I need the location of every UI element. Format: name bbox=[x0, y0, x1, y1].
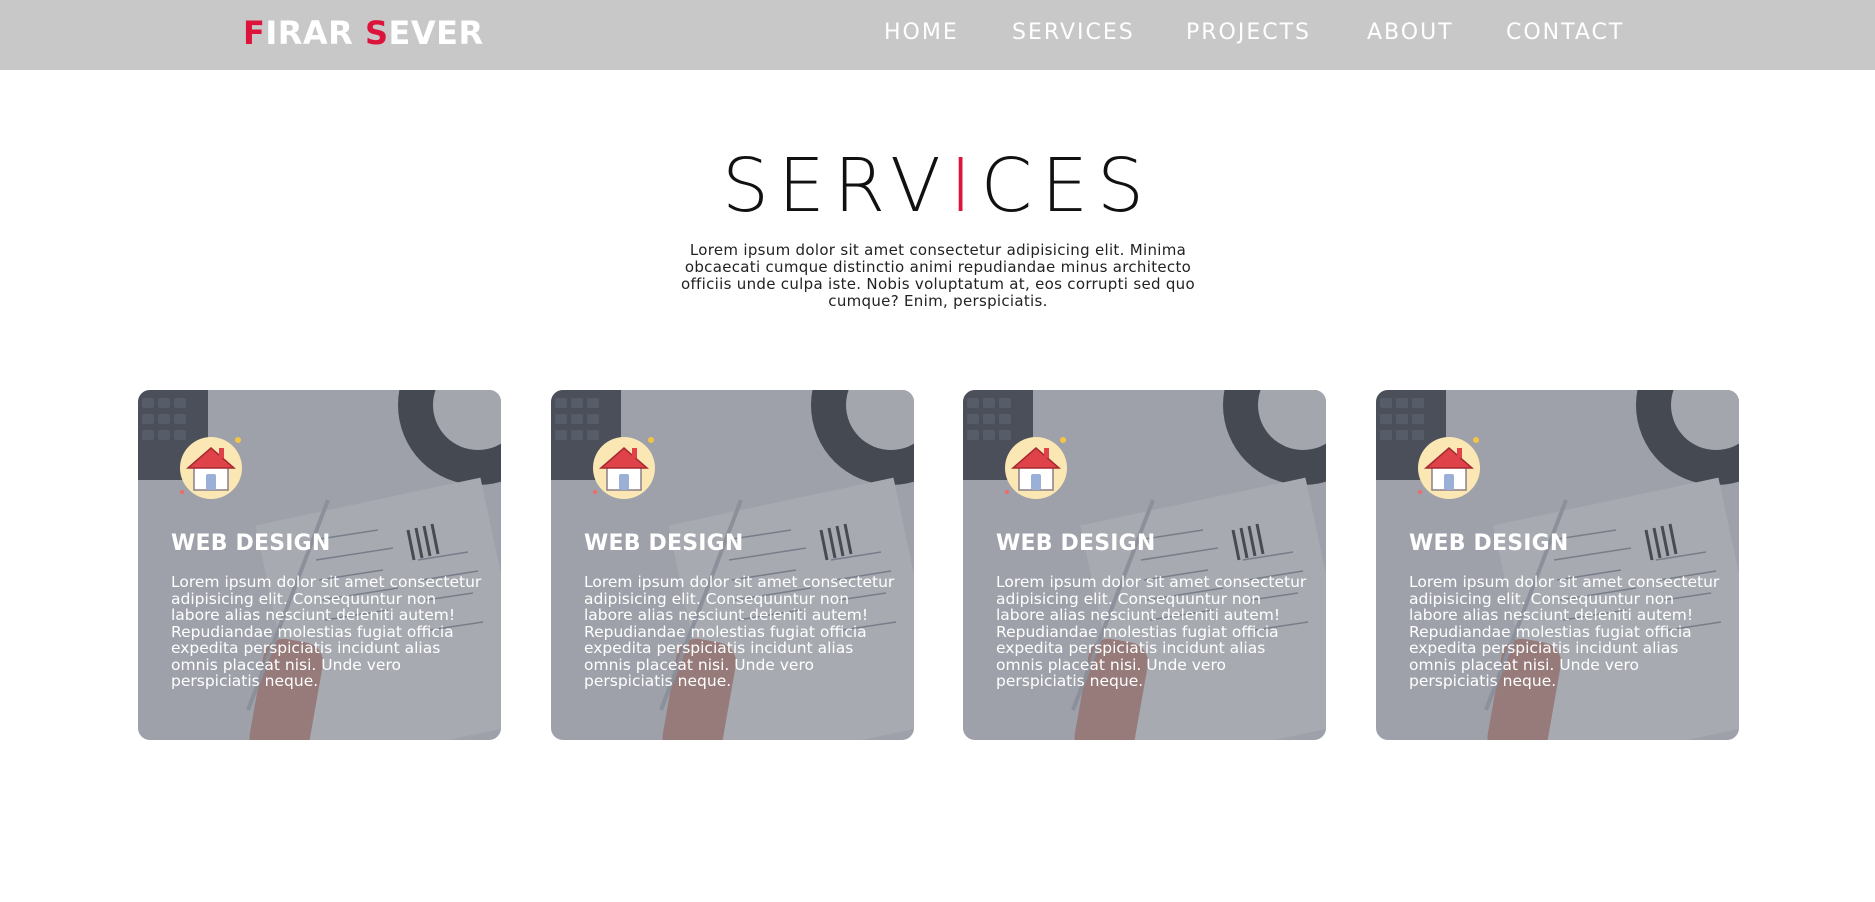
card-title: WEB DESIGN bbox=[996, 531, 1156, 556]
service-card[interactable]: WEB DESIGN Lorem ipsum dolor sit amet co… bbox=[963, 390, 1326, 740]
nav-link-contact[interactable]: CONTACT bbox=[1506, 18, 1624, 48]
main-nav: HOME SERVICES PROJECTS ABOUT CONTACT bbox=[0, 18, 1875, 48]
section-intro: Lorem ipsum dolor sit amet consectetur a… bbox=[681, 241, 1195, 310]
title-part-2: CES bbox=[980, 143, 1153, 229]
nav-link-projects[interactable]: PROJECTS bbox=[1186, 18, 1311, 48]
nav-link-home[interactable]: HOME bbox=[884, 18, 959, 48]
service-card[interactable]: WEB DESIGN Lorem ipsum dolor sit amet co… bbox=[1376, 390, 1739, 740]
house-icon bbox=[1005, 437, 1067, 499]
card-description: Lorem ipsum dolor sit amet consectetur a… bbox=[584, 573, 895, 690]
house-icon bbox=[1418, 437, 1480, 499]
card-description: Lorem ipsum dolor sit amet consectetur a… bbox=[996, 573, 1307, 690]
card-title: WEB DESIGN bbox=[171, 531, 331, 556]
service-card[interactable]: WEB DESIGN Lorem ipsum dolor sit amet co… bbox=[138, 390, 501, 740]
card-title: WEB DESIGN bbox=[584, 531, 744, 556]
section-title: SERVICES bbox=[0, 140, 1875, 232]
title-part-1: SERV bbox=[722, 143, 950, 229]
card-description: Lorem ipsum dolor sit amet consectetur a… bbox=[171, 573, 482, 690]
house-icon bbox=[180, 437, 242, 499]
nav-link-about[interactable]: ABOUT bbox=[1367, 18, 1454, 48]
title-accent-letter: I bbox=[949, 143, 981, 229]
card-description: Lorem ipsum dolor sit amet consectetur a… bbox=[1409, 573, 1720, 690]
nav-link-services[interactable]: SERVICES bbox=[1012, 18, 1135, 48]
service-card[interactable]: WEB DESIGN Lorem ipsum dolor sit amet co… bbox=[551, 390, 914, 740]
card-title: WEB DESIGN bbox=[1409, 531, 1569, 556]
top-navbar: FIRAR SEVER HOME SERVICES PROJECTS ABOUT… bbox=[0, 0, 1875, 70]
house-icon bbox=[593, 437, 655, 499]
